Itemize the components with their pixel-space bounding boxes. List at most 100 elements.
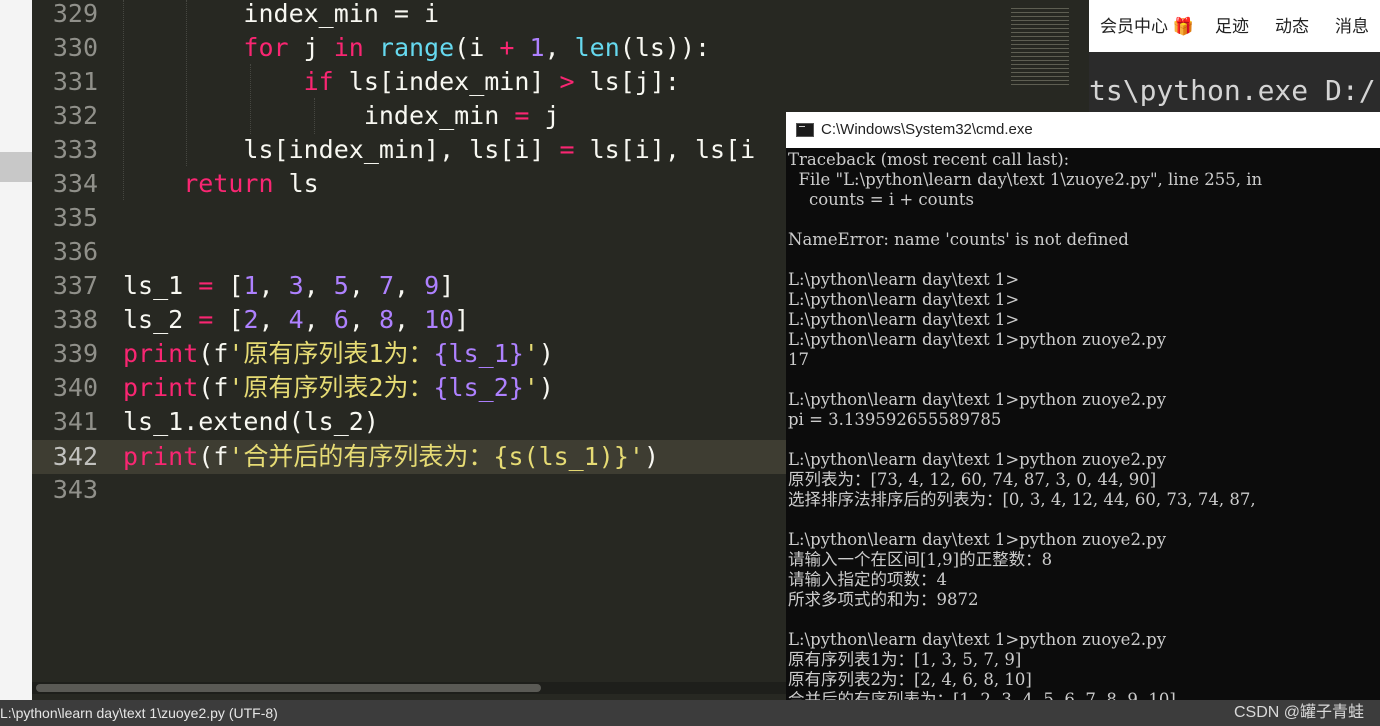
builtin: range (378, 33, 455, 62)
code-text: (f (198, 339, 229, 368)
left-edge-band (0, 152, 32, 182)
code-text: ls_2 (123, 305, 199, 334)
number: 6 (333, 305, 349, 334)
keyword: return (183, 169, 274, 198)
nav-footprints[interactable]: 足迹 (1215, 12, 1249, 37)
console-line: File "L:\python\learn day\text 1\zuoye2.… (788, 170, 1263, 189)
code-text: ls[j]: (574, 67, 680, 96)
builtin: len (574, 33, 620, 62)
nav-activity[interactable]: 动态 (1275, 12, 1309, 37)
file-path-status: L:\python\learn day\text 1\zuoye2.py (UT… (0, 705, 278, 721)
console-line: 合并后的有序列表为：[1, 2, 3, 4, 5, 6, 7, 8, 9, 10… (788, 690, 1176, 700)
console-line: L:\python\learn day\text 1>python zuoye2… (788, 630, 1167, 649)
code-text: (f (198, 442, 229, 471)
console-line: counts = i + counts (788, 190, 974, 209)
code-text: ) (538, 373, 554, 402)
console-line: L:\python\learn day\text 1> (788, 310, 1020, 329)
string: ' (523, 373, 539, 402)
console-line: 17 (788, 350, 809, 369)
code-line[interactable]: 332 index_min = j (32, 99, 560, 133)
line-number: 343 (52, 475, 98, 504)
code-text: j (288, 33, 334, 62)
code-line-current[interactable]: 342 print(f'合并后的有序列表为：{s(ls_1)}') (32, 440, 659, 474)
code-line[interactable]: 343 (32, 473, 123, 507)
code-line[interactable]: 331 if ls[index_min] > ls[j]: (32, 65, 680, 99)
status-bar: L:\python\learn day\text 1\zuoye2.py (UT… (0, 700, 1380, 726)
number: 2 (243, 305, 259, 334)
number: 4 (288, 305, 304, 334)
code-text: [ (213, 271, 244, 300)
code-text: ) (538, 339, 554, 368)
console-line: L:\python\learn day\text 1>python zuoye2… (788, 330, 1167, 349)
keyword: in (333, 33, 364, 62)
code-line[interactable]: 329 index_min = i (32, 0, 439, 31)
nav-messages[interactable]: 消息 (1335, 12, 1369, 37)
line-number: 339 (52, 339, 98, 368)
code-line[interactable]: 340 print(f'原有序列表2为：{ls_2}') (32, 371, 554, 405)
console-line: 选择排序法排序后的列表为：[0, 3, 4, 12, 44, 60, 73, 7… (788, 490, 1256, 509)
console-icon (796, 123, 814, 137)
browser-left-edge (0, 0, 32, 700)
code-line[interactable]: 336 (32, 235, 123, 269)
line-number: 336 (52, 237, 98, 266)
keyword: for (243, 33, 289, 62)
line-number: 342 (52, 442, 98, 471)
operator: = (514, 101, 530, 130)
code-line[interactable]: 341 ls_1.extend(ls_2) (32, 405, 379, 439)
code-text: index_min = i (243, 0, 440, 28)
line-number: 340 (52, 373, 98, 402)
line-number: 341 (52, 407, 98, 436)
window-title: C:\Windows\System32\cmd.exe (821, 121, 1033, 138)
console-line: Traceback (most recent call last): (788, 150, 1070, 169)
console-output[interactable]: Traceback (most recent call last): File … (788, 150, 1262, 700)
line-number: 337 (52, 271, 98, 300)
line-number: 338 (52, 305, 98, 334)
number: 5 (333, 271, 349, 300)
cmd-window[interactable]: C:\Windows\System32\cmd.exe Traceback (m… (786, 112, 1380, 700)
code-line[interactable]: 339 print(f'原有序列表1为：{ls_1}') (32, 337, 554, 371)
builtin-print: print (123, 442, 199, 471)
number: 7 (378, 271, 395, 300)
code-line[interactable]: 333 ls[index_min], ls[i] = ls[i], ls[i (32, 133, 755, 167)
line-number: 329 (52, 0, 98, 28)
builtin-print: print (123, 373, 199, 402)
code-text: ] (439, 271, 455, 300)
watermark: CSDN @罐子青蛙 (1233, 704, 1364, 721)
code-line[interactable]: 338 ls_2 = [2, 4, 6, 8, 10] (32, 303, 469, 337)
console-line: 原有序列表2为：[2, 4, 6, 8, 10] (788, 670, 1032, 689)
nav-member-center[interactable]: 会员中心 🎁 (1100, 12, 1194, 37)
code-text: index_min (363, 101, 515, 130)
code-text: ls_1 (123, 271, 199, 300)
interpolation: {ls_1} (433, 339, 524, 368)
operator: + (499, 33, 515, 62)
code-text: (f (198, 373, 229, 402)
line-number: 330 (52, 33, 98, 62)
terminal-text: ts\python.exe D:/ (1089, 74, 1376, 107)
line-number: 335 (52, 203, 98, 232)
code-text: (i (454, 33, 500, 62)
console-line: L:\python\learn day\text 1>python zuoye2… (788, 390, 1167, 409)
number: 8 (378, 305, 395, 334)
code-line[interactable]: 337 ls_1 = [1, 3, 5, 7, 9] (32, 269, 454, 303)
code-line[interactable]: 334 return ls (32, 167, 319, 201)
minimap[interactable] (1011, 8, 1069, 88)
string: '原有序列表2为： (228, 373, 434, 402)
line-number: 332 (52, 101, 98, 130)
line-number: 333 (52, 135, 98, 164)
code-line[interactable]: 330 for j in range(i + 1, len(ls)): (32, 31, 710, 65)
console-line: NameError: name 'counts' is not defined (788, 230, 1129, 249)
console-line: pi = 3.139592655589785 (788, 410, 1002, 429)
code-text: [ (213, 305, 244, 334)
operator: = (198, 305, 214, 334)
number: 3 (288, 271, 304, 300)
browser-header: 会员中心 🎁 足迹 动态 消息 (1089, 0, 1380, 52)
string: '合并后的有序列表为：{s(ls_1)}' (228, 442, 644, 471)
console-line: 请输入一个在区间[1,9]的正整数：8 (788, 550, 1053, 569)
window-titlebar[interactable]: C:\Windows\System32\cmd.exe (786, 112, 1380, 148)
code-line[interactable]: 335 (32, 201, 123, 235)
scrollbar-thumb[interactable] (36, 684, 541, 692)
